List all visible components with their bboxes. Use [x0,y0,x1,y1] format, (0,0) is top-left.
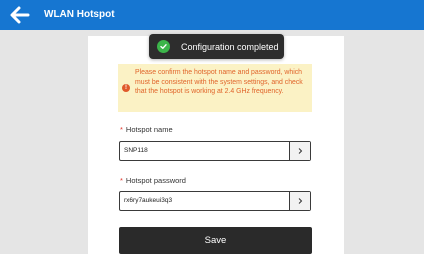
warning-text: Please confirm the hotspot name and pass… [135,69,303,95]
save-button[interactable]: Save [119,227,312,254]
chevron-right-icon [298,148,303,154]
check-circle-icon [157,40,170,53]
back-button[interactable] [8,4,30,26]
warning-box: ! Please confirm the hotspot name and pa… [118,64,312,112]
exclamation-circle-icon: ! [122,84,130,92]
arrow-left-icon [10,6,30,24]
required-mark: * [120,125,123,134]
hotspot-name-value: SNP118 [124,147,148,154]
hotspot-name-label: * Hotspot name [120,125,173,134]
hotspot-password-field[interactable]: rx6ry7aukeui3q3 [119,191,311,211]
toast-notification: Configuration completed [149,34,284,59]
app-header: WLAN Hotspot [0,0,424,30]
hotspot-password-value: rx6ry7aukeui3q3 [124,197,173,204]
required-mark: * [120,176,123,185]
toast-text: Configuration completed [181,41,279,52]
hotspot-password-select-button[interactable] [289,192,310,210]
hotspot-name-label-text: Hotspot name [125,125,173,134]
hotspot-name-field[interactable]: SNP118 [119,141,311,161]
page-title: WLAN Hotspot [44,9,115,20]
hotspot-password-label-text: Hotspot password [125,176,186,185]
chevron-right-icon [298,198,303,204]
hotspot-password-label: * Hotspot password [120,176,186,185]
hotspot-name-select-button[interactable] [289,142,310,160]
